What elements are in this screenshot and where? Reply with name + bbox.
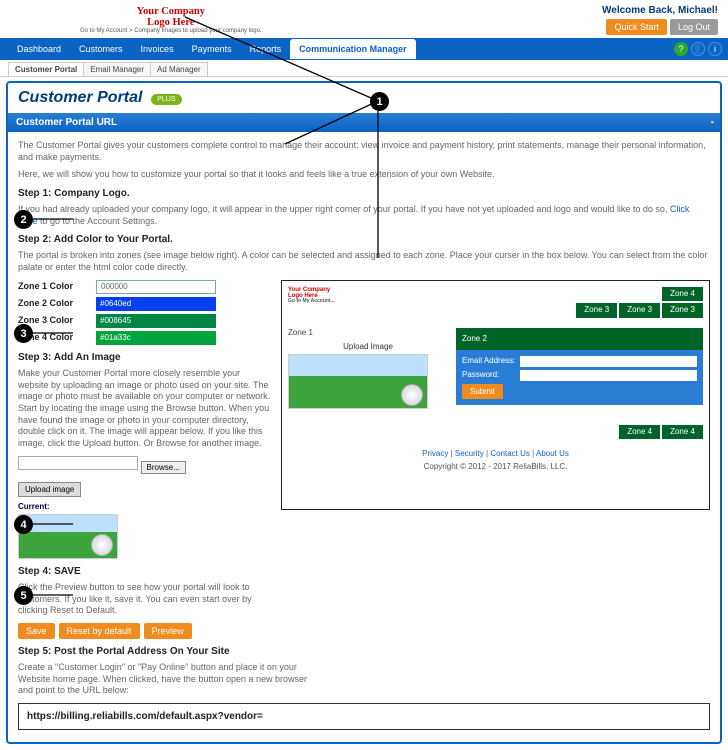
zone4-color-swatch[interactable]: #01a33c — [96, 331, 216, 345]
page-title: Customer Portal — [18, 89, 142, 107]
user-icon[interactable]: 👤 — [691, 42, 705, 56]
zone4-label: Zone 4 Color — [18, 332, 90, 344]
intro-2: Here, we will show you how to customize … — [18, 169, 710, 181]
zone1-label: Zone 1 Color — [18, 281, 90, 293]
step1-title: Step 1: Company Logo. — [18, 187, 710, 200]
portal-url: https://billing.reliabills.com/default.a… — [18, 703, 710, 730]
section-header: Customer Portal URL ▪ — [8, 113, 720, 132]
step5-title: Step 5: Post the Portal Address On Your … — [18, 645, 710, 658]
zone1-color-input[interactable] — [96, 280, 216, 294]
preview-link-security[interactable]: Security — [455, 449, 484, 458]
preview-zone3-tab: Zone 3 — [662, 303, 703, 317]
preview-zone4-tab: Zone 4 — [662, 425, 703, 439]
current-image-thumb — [18, 514, 118, 559]
file-path-input[interactable] — [18, 456, 138, 470]
zone2-label: Zone 2 Color — [18, 298, 90, 310]
logo-subtext: Go to My Account > Company Images to upl… — [80, 28, 262, 35]
preview-submit-button[interactable]: Submit — [462, 384, 503, 399]
help-icon[interactable]: ? — [674, 42, 688, 56]
plus-badge: PLUS — [151, 94, 181, 105]
nav-invoices[interactable]: Invoices — [132, 39, 183, 59]
subtabs: Customer Portal Email Manager Ad Manager — [0, 60, 728, 77]
subtab-email-manager[interactable]: Email Manager — [83, 62, 151, 76]
preview-logo: Your CompanyLogo Here Go to My Account..… — [288, 287, 335, 304]
portal-preview: Your CompanyLogo Here Go to My Account..… — [281, 280, 710, 510]
nav-reports[interactable]: Reports — [241, 39, 291, 59]
save-button[interactable]: Save — [18, 623, 55, 639]
preview-zone3-tab: Zone 3 — [576, 303, 617, 317]
preview-zone1-label: Zone 1 — [288, 328, 448, 338]
preview-footer-links: Privacy | Security | Contact Us | About … — [288, 449, 703, 459]
step2-text: The portal is broken into zones (see ima… — [18, 250, 710, 273]
preview-copyright: Copyright © 2012 - 2017 ReliaBills, LLC. — [288, 462, 703, 472]
step4-text: Click the Preview button to see how your… — [18, 582, 278, 617]
logo-text-2: Logo Here — [80, 17, 262, 28]
step4-title: Step 4: SAVE — [18, 565, 710, 578]
quick-start-button[interactable]: Quick Start — [606, 19, 667, 35]
main-nav: Dashboard Customers Invoices Payments Re… — [0, 38, 728, 60]
preview-email-input[interactable] — [520, 356, 697, 367]
preview-zone4-top: Zone 4 — [662, 287, 703, 301]
preview-zone3-tab: Zone 3 — [619, 303, 660, 317]
preview-zone2: Zone 2 — [456, 328, 703, 350]
preview-password-input[interactable] — [520, 370, 697, 381]
nav-payments[interactable]: Payments — [183, 39, 241, 59]
preview-link-contact[interactable]: Contact Us — [490, 449, 530, 458]
collapse-icon[interactable]: ▪ — [711, 117, 714, 127]
subtab-ad-manager[interactable]: Ad Manager — [150, 62, 208, 76]
nav-customers[interactable]: Customers — [70, 39, 132, 59]
zone3-label: Zone 3 Color — [18, 315, 90, 327]
welcome-text: Welcome Back, Michael! — [602, 5, 718, 16]
zone3-color-swatch[interactable]: #008645 — [96, 314, 216, 328]
preview-password-label: Password: — [462, 370, 517, 380]
info-icon[interactable]: i — [708, 42, 722, 56]
step1-text-2: to go to the Account Settings. — [40, 216, 157, 226]
preview-button[interactable]: Preview — [144, 623, 192, 639]
step1-text: If you had already uploaded your company… — [18, 204, 710, 227]
subtab-customer-portal[interactable]: Customer Portal — [8, 62, 84, 76]
preview-zone4-tab: Zone 4 — [619, 425, 660, 439]
preview-upload-label: Upload Image — [288, 342, 448, 352]
preview-link-about[interactable]: About Us — [536, 449, 569, 458]
step3-text: Make your Customer Portal more closely r… — [18, 368, 271, 450]
intro-1: The Customer Portal gives your customers… — [18, 140, 710, 163]
company-logo-placeholder: Your Company Logo Here Go to My Account … — [80, 6, 262, 35]
logout-button[interactable]: Log Out — [670, 19, 718, 35]
logo-text-1: Your Company — [80, 6, 262, 17]
step1-text-1: If you had already uploaded your company… — [18, 204, 670, 214]
section-header-text: Customer Portal URL — [16, 117, 117, 128]
reset-button[interactable]: Reset by default — [59, 623, 140, 639]
browse-button[interactable]: Browse... — [141, 461, 186, 474]
upload-image-button[interactable]: Upload image — [18, 482, 81, 497]
nav-communication-manager[interactable]: Communication Manager — [290, 39, 416, 59]
preview-image — [288, 354, 428, 409]
preview-login-form: Email Address: Password: Submit — [456, 350, 703, 405]
current-label: Current: — [18, 502, 271, 512]
zone2-color-swatch[interactable]: #0640ed — [96, 297, 216, 311]
preview-email-label: Email Address: — [462, 356, 517, 366]
preview-link-privacy[interactable]: Privacy — [422, 449, 448, 458]
step3-title: Step 3: Add An Image — [18, 351, 271, 364]
step2-title: Step 2: Add Color to Your Portal. — [18, 233, 710, 246]
nav-dashboard[interactable]: Dashboard — [8, 39, 70, 59]
